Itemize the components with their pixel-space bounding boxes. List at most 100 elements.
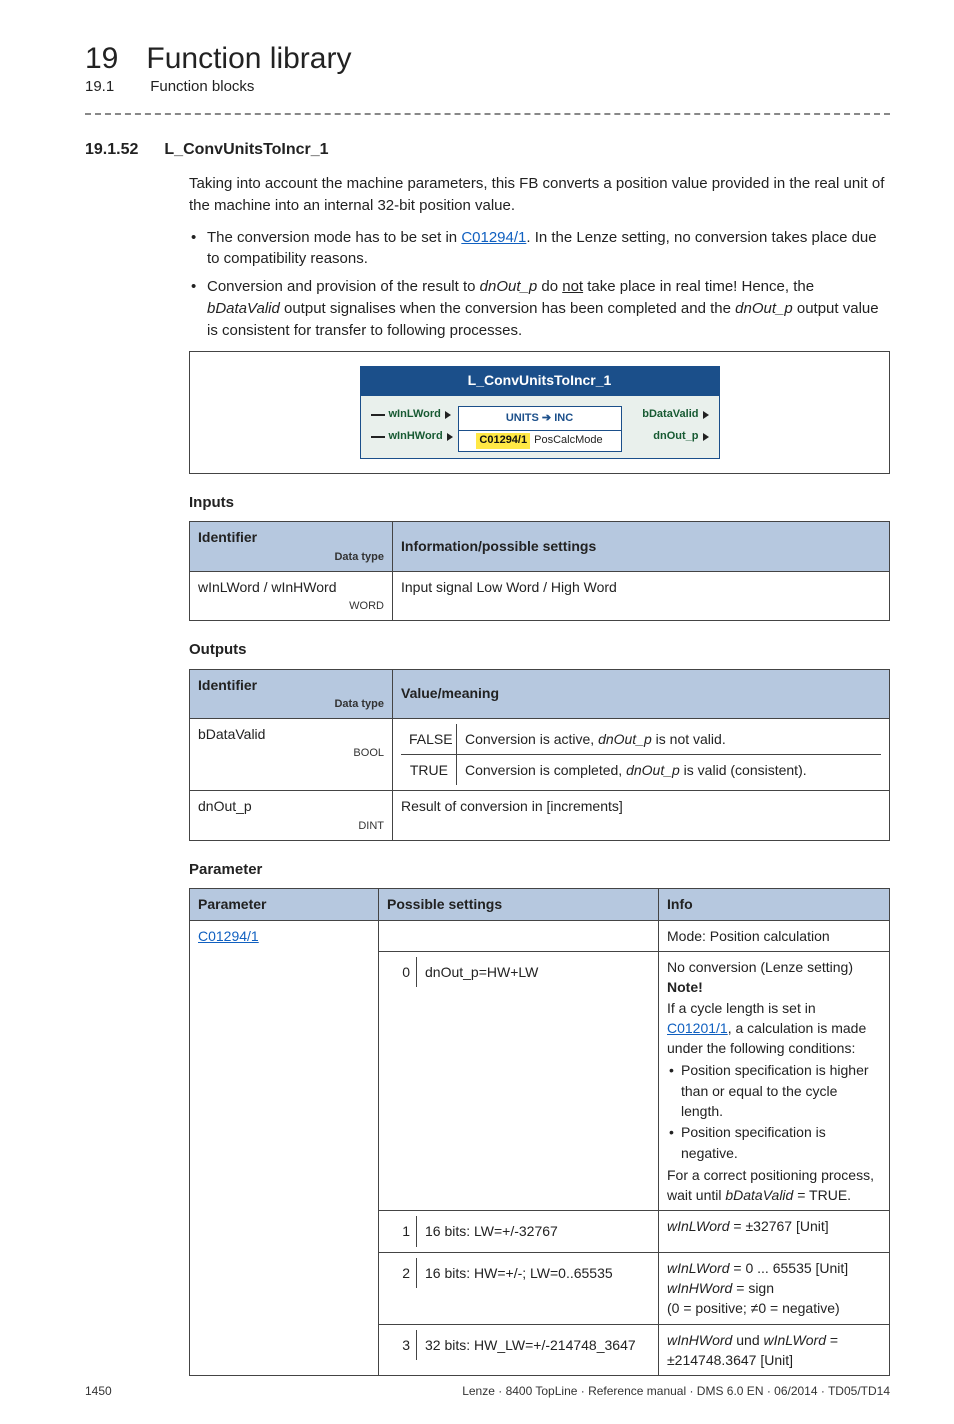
section-title: L_ConvUnitsToIncr_1 xyxy=(164,141,328,159)
port-in1: wInLWord xyxy=(389,407,441,423)
table-row: wInLWord / wInHWord WORD Input signal Lo… xyxy=(190,571,890,620)
param-th-parameter: Parameter xyxy=(190,889,379,920)
input-info: Input signal Low Word / High Word xyxy=(393,571,890,620)
b2-not: not xyxy=(562,278,583,295)
v1i: dnOut_p xyxy=(598,731,652,747)
i0-link[interactable]: C01201/1 xyxy=(667,1020,728,1036)
table-row: C01294/1 Mode: Position calculation xyxy=(190,920,890,951)
chapter-title: Function library xyxy=(146,42,351,76)
bullet-1: The conversion mode has to be set in C01… xyxy=(189,227,890,271)
i2-d: = sign xyxy=(732,1280,774,1296)
th-id-label: Identifier xyxy=(198,529,257,545)
port-in2: wInHWord xyxy=(389,429,443,445)
i0-l2a: If a cycle length is set in xyxy=(667,1000,816,1016)
th-id-sub: Data type xyxy=(198,550,384,566)
inputs-table: Identifier Data type Information/possibl… xyxy=(189,521,890,620)
b2-text-a: Conversion and provision of the result t… xyxy=(207,278,480,295)
b2-i2: bDataValid xyxy=(207,300,280,317)
fb-diagram: L_ConvUnitsToIncr_1 wInLWord bDataValid xyxy=(189,351,890,473)
b1-text-a: The conversion mode has to be set in xyxy=(207,229,461,246)
table-row: bDataValid BOOL FALSE Conversion is acti… xyxy=(190,718,890,791)
outputs-th-value: Value/meaning xyxy=(393,669,890,718)
i2-c: wInHWord xyxy=(667,1280,732,1296)
th-id-label: Identifier xyxy=(198,677,257,693)
cb-units: UNITS xyxy=(506,412,539,424)
cb-inc: INC xyxy=(554,412,573,424)
v2a: Conversion is completed, xyxy=(465,762,626,778)
output-info-2: Result of conversion in [increments] xyxy=(393,791,890,840)
i0-l3b: = TRUE. xyxy=(793,1187,851,1203)
arrow-right-icon xyxy=(703,411,709,419)
cb-label: PosCalcMode xyxy=(534,433,602,449)
port-out1: bDataValid xyxy=(642,407,698,423)
s1-key: 1 xyxy=(387,1216,417,1246)
doc-footer: Lenze · 8400 TopLine · Reference manual … xyxy=(462,1384,890,1398)
th-id-sub: Data type xyxy=(198,697,384,713)
inputs-th-info: Information/possible settings xyxy=(393,522,890,571)
output-id-2: dnOut_p xyxy=(198,798,252,814)
fb-title: L_ConvUnitsToIncr_1 xyxy=(360,366,720,394)
s2-key: 2 xyxy=(387,1258,417,1288)
v1a: Conversion is active, xyxy=(465,731,598,747)
s0-val: dnOut_p=HW+LW xyxy=(417,957,650,987)
b2-text-d: output signalises when the conversion ha… xyxy=(280,300,735,317)
s0-key: 0 xyxy=(387,957,417,987)
param-th-info: Info xyxy=(659,889,890,920)
subsection-number: 19.1 xyxy=(85,78,114,95)
outputs-heading: Outputs xyxy=(189,639,890,661)
output-type: BOOL xyxy=(198,746,384,762)
i2-b: = 0 ... 65535 [Unit] xyxy=(730,1260,849,1276)
table-row: dnOut_p DINT Result of conversion in [in… xyxy=(190,791,890,840)
parameter-table: Parameter Possible settings Info C01294/… xyxy=(189,888,890,1376)
page-number: 1450 xyxy=(85,1384,112,1398)
i1-b: = ±32767 [Unit] xyxy=(730,1218,829,1234)
v1b: is not valid. xyxy=(652,731,726,747)
i2-a: wInLWord xyxy=(667,1260,730,1276)
arrow-right-icon xyxy=(445,411,451,419)
arrow-right-icon xyxy=(703,433,709,441)
param-th-settings: Possible settings xyxy=(379,889,659,920)
v2b: is valid (consistent). xyxy=(680,762,807,778)
s2-val: 16 bits: HW=+/-; LW=0..65535 xyxy=(417,1258,650,1288)
port-out2: dnOut_p xyxy=(653,429,698,445)
cb-code: C01294/1 xyxy=(476,433,530,449)
s3-key: 3 xyxy=(387,1330,417,1360)
v2i: dnOut_p xyxy=(626,762,680,778)
intro-paragraph: Taking into account the machine paramete… xyxy=(189,173,890,217)
outputs-table: Identifier Data type Value/meaning bData… xyxy=(189,669,890,841)
input-id: wInLWord / wInHWord xyxy=(198,579,337,595)
input-type: WORD xyxy=(198,599,384,615)
outputs-th-identifier: Identifier Data type xyxy=(190,669,393,718)
val-key-true: TRUE xyxy=(401,755,457,785)
i0-b2: Position specification is negative. xyxy=(667,1122,881,1163)
parameter-heading: Parameter xyxy=(189,859,890,881)
i1-a: wInLWord xyxy=(667,1218,730,1234)
output-id: bDataValid xyxy=(198,726,265,742)
b2-i1: dnOut_p xyxy=(480,278,538,295)
i3-mid: und xyxy=(732,1332,763,1348)
i0-note: Note! xyxy=(667,979,703,995)
inputs-heading: Inputs xyxy=(189,492,890,514)
subsection-title: Function blocks xyxy=(150,78,254,95)
i2-e: (0 = positive; ≠0 = negative) xyxy=(667,1298,881,1318)
i0-l1: No conversion (Lenze setting) xyxy=(667,957,881,977)
bullet-2: Conversion and provision of the result t… xyxy=(189,276,890,341)
i0-b1: Position specification is higher than or… xyxy=(667,1060,881,1121)
s3-val: 32 bits: HW_LW=+/-214748_3647 xyxy=(417,1330,650,1360)
wire-icon xyxy=(371,436,385,438)
s1-val: 16 bits: LW=+/-32767 xyxy=(417,1216,650,1246)
i3-b: wInLWord xyxy=(764,1332,827,1348)
param-link[interactable]: C01294/1 xyxy=(198,928,259,944)
output-type-2: DINT xyxy=(198,819,384,835)
i0-l3i: bDataValid xyxy=(725,1187,793,1203)
b2-text-c: take place in real time! Hence, the xyxy=(583,278,814,295)
arrow-right-icon xyxy=(447,433,453,441)
inputs-th-identifier: Identifier Data type xyxy=(190,522,393,571)
b2-i3: dnOut_p xyxy=(735,300,793,317)
fb-center-box: UNITS ➔ INC C01294/1 PosCalcMode xyxy=(458,406,622,453)
separator xyxy=(85,113,890,115)
b2-text-b: do xyxy=(537,278,562,295)
chapter-number: 19 xyxy=(85,42,118,76)
b1-link[interactable]: C01294/1 xyxy=(461,229,526,246)
section-number: 19.1.52 xyxy=(85,141,138,159)
